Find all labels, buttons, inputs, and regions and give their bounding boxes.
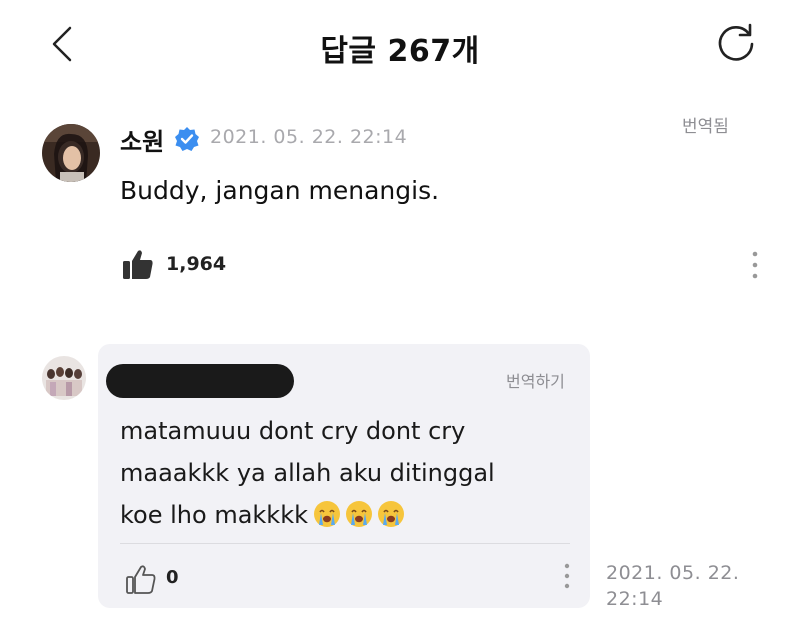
reply-text-line: maaakkk ya allah aku ditinggal — [120, 459, 495, 487]
avatar-image — [42, 124, 100, 182]
refresh-button[interactable] — [712, 18, 760, 66]
more-vertical-icon — [752, 251, 758, 279]
crying-face-emoji-icon — [346, 501, 372, 527]
like-button[interactable] — [120, 248, 156, 282]
avatar-image — [42, 356, 86, 400]
comment-text: Buddy, jangan menangis. — [120, 176, 440, 205]
reply-text-line: koe lho makkkk — [120, 494, 560, 536]
thumbs-up-icon — [123, 250, 153, 279]
author-name[interactable]: 소원 — [120, 122, 164, 157]
reply-author-avatar[interactable] — [42, 356, 86, 400]
crying-face-emoji-icon — [314, 501, 340, 527]
reply-timestamp-date: 2021. 05. 22. — [606, 562, 740, 584]
comment-more-button[interactable] — [740, 248, 770, 284]
reply-timestamp: 2021. 05. 22. 22:14 — [606, 560, 739, 612]
crying-face-emoji-icon — [378, 501, 404, 527]
reply-timestamp-time: 22:14 — [606, 588, 664, 610]
like-count: 1,964 — [166, 253, 227, 275]
reply-more-button[interactable] — [554, 560, 580, 594]
reply-text-line-end: koe lho makkkk — [120, 501, 308, 529]
translate-button[interactable]: 번역하기 — [506, 368, 565, 392]
translated-label: 번역됨 — [682, 117, 729, 137]
thumbs-up-outline-icon — [126, 565, 156, 594]
reply-divider — [120, 543, 570, 544]
reply-text: matamuuu dont cry dont cry maaakkk ya al… — [120, 410, 560, 536]
redacted-username — [106, 364, 294, 398]
reply-like-count: 0 — [166, 567, 179, 588]
more-vertical-icon — [564, 563, 570, 589]
page-title: 답글 267개 — [320, 34, 480, 69]
author-avatar[interactable] — [42, 124, 100, 182]
refresh-icon — [718, 23, 754, 61]
reply-like-button[interactable] — [124, 564, 158, 596]
comment-timestamp: 2021. 05. 22. 22:14 — [210, 126, 408, 148]
reply-text-line: matamuuu dont cry dont cry — [120, 417, 466, 445]
verified-badge-icon — [174, 126, 200, 152]
